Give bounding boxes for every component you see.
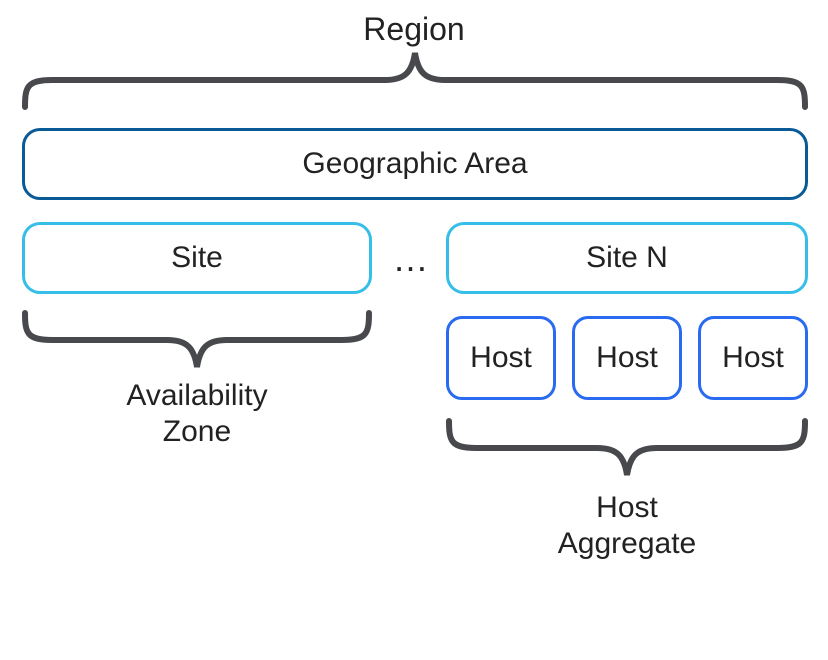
host-box-3: Host <box>698 316 808 400</box>
site-box: Site <box>22 222 372 294</box>
site-n-text: Site N <box>586 241 668 275</box>
availability-zone-l2: Zone <box>163 415 231 448</box>
brace-top-icon <box>22 50 808 110</box>
host-text-1: Host <box>470 341 532 375</box>
brace-host-aggregate-icon <box>446 418 808 478</box>
availability-zone-label: Availability Zone <box>22 378 372 450</box>
host-box-2: Host <box>572 316 682 400</box>
host-aggregate-label: Host Aggregate <box>446 490 808 562</box>
availability-zone-l1: Availability <box>126 379 267 412</box>
host-text-3: Host <box>722 341 784 375</box>
geographic-area-box: Geographic Area <box>22 128 808 200</box>
geographic-area-text: Geographic Area <box>302 147 527 181</box>
ellipsis-icon: … <box>382 238 442 280</box>
brace-availability-zone-icon <box>22 310 372 370</box>
site-n-box: Site N <box>446 222 808 294</box>
host-box-1: Host <box>446 316 556 400</box>
host-aggregate-l2: Aggregate <box>558 527 696 560</box>
region-label: Region <box>0 10 828 48</box>
host-aggregate-l1: Host <box>596 491 658 524</box>
host-text-2: Host <box>596 341 658 375</box>
site-text: Site <box>171 241 223 275</box>
